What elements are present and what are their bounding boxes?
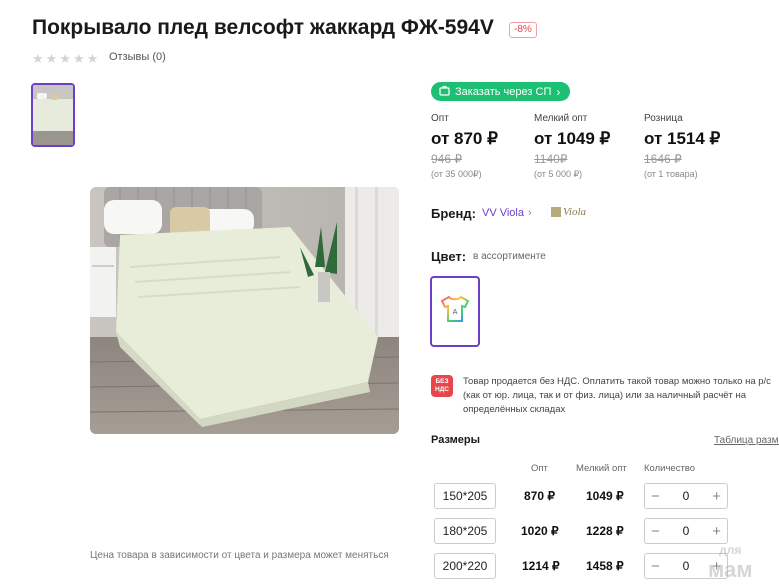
price-old: 946 ₽ [431, 152, 462, 166]
price-value: от 1514 ₽ [644, 129, 721, 148]
price-col-small-opt: Мелкий опт от 1049 ₽ 1140₽ (от 5 000 ₽) [534, 113, 610, 180]
brand-link[interactable]: VV Viola › [482, 207, 532, 219]
price-label: Мелкий опт [534, 113, 588, 124]
star-icon: ★ [45, 51, 58, 66]
quantity-value[interactable]: 0 [683, 559, 690, 573]
tshirt-icon: A [438, 294, 472, 329]
svg-text:A: A [453, 308, 458, 316]
price-old: 1140₽ [534, 152, 568, 166]
plus-icon[interactable]: + [712, 523, 721, 540]
brand-name: VV Viola [482, 207, 524, 219]
color-label: Цвет: [431, 249, 467, 264]
brand-label: Бренд: [431, 206, 476, 221]
star-icon: ★ [86, 51, 99, 66]
star-icon: ★ [72, 51, 85, 66]
sizes-heading: Размеры [431, 434, 481, 446]
row-price-opt: 1214 ₽ [522, 559, 560, 573]
logo-mark-icon [551, 207, 561, 217]
col-header-opt: Опт [531, 463, 548, 474]
size-option[interactable]: 150*205 [434, 483, 496, 509]
chevron-right-icon: › [556, 84, 561, 99]
star-icon: ★ [32, 51, 44, 66]
price-min-order: (от 5 000 ₽) [534, 169, 583, 179]
size-option[interactable]: 180*205 [434, 518, 496, 544]
color-value: в ассортименте [473, 251, 546, 262]
price-old: 1646 ₽ [644, 152, 682, 166]
price-value: от 870 ₽ [431, 129, 498, 148]
price-label: Розница [644, 113, 683, 124]
order-sp-label: Заказать через СП [455, 85, 552, 98]
price-value: от 1049 ₽ [534, 129, 611, 148]
price-min-order: (от 35 000₽) [431, 169, 482, 179]
minus-icon[interactable]: − [651, 558, 660, 575]
quantity-stepper: − 0 + [644, 483, 728, 509]
product-main-image[interactable] [90, 187, 399, 434]
price-col-opt: Опт от 870 ₽ 946 ₽ (от 35 000₽) [431, 113, 498, 180]
chevron-right-icon: › [528, 207, 532, 219]
discount-badge: -8% [509, 22, 537, 38]
gallery-thumbnail[interactable] [31, 83, 75, 147]
star-icon: ★ [59, 51, 71, 66]
brand-logo-text: Viola [563, 206, 587, 218]
cart-icon [439, 85, 450, 99]
row-price-opt: 870 ₽ [524, 489, 555, 503]
quantity-value[interactable]: 0 [683, 524, 690, 538]
reviews-link[interactable]: Отзывы (0) [109, 51, 166, 63]
col-header-small-opt: Мелкий опт [576, 463, 627, 474]
row-price-small-opt: 1458 ₽ [586, 559, 624, 573]
no-vat-icon: БЕЗ НДС [431, 375, 453, 397]
rating-stars: ★ ★ ★ ★ ★ [32, 52, 98, 65]
quantity-value[interactable]: 0 [683, 489, 690, 503]
minus-icon[interactable]: − [651, 523, 660, 540]
col-header-qty: Количество [644, 463, 696, 474]
order-sp-button[interactable]: Заказать через СП › [431, 82, 571, 101]
price-min-order: (от 1 товара) [644, 169, 698, 179]
no-vat-notice: Товар продается без НДС. Оплатить такой … [463, 376, 771, 415]
minus-icon[interactable]: − [651, 488, 660, 505]
price-col-retail: Розница от 1514 ₽ 1646 ₽ (от 1 товара) [644, 113, 720, 179]
plus-icon[interactable]: + [712, 488, 721, 505]
price-label: Опт [431, 113, 449, 124]
row-price-small-opt: 1049 ₽ [586, 489, 624, 503]
size-option[interactable]: 200*220 [434, 553, 496, 579]
watermark: для мам [708, 543, 753, 582]
color-swatch-assorted[interactable]: A [430, 276, 480, 347]
size-table-link[interactable]: Таблица размеров [714, 435, 779, 446]
row-price-opt: 1020 ₽ [521, 524, 559, 538]
brand-logo: Viola [551, 206, 586, 218]
price-note: Цена товара в зависимости от цвета и раз… [90, 550, 389, 561]
product-title: Покрывало плед велсофт жаккард ФЖ-594V [32, 16, 494, 39]
row-price-small-opt: 1228 ₽ [586, 524, 624, 538]
